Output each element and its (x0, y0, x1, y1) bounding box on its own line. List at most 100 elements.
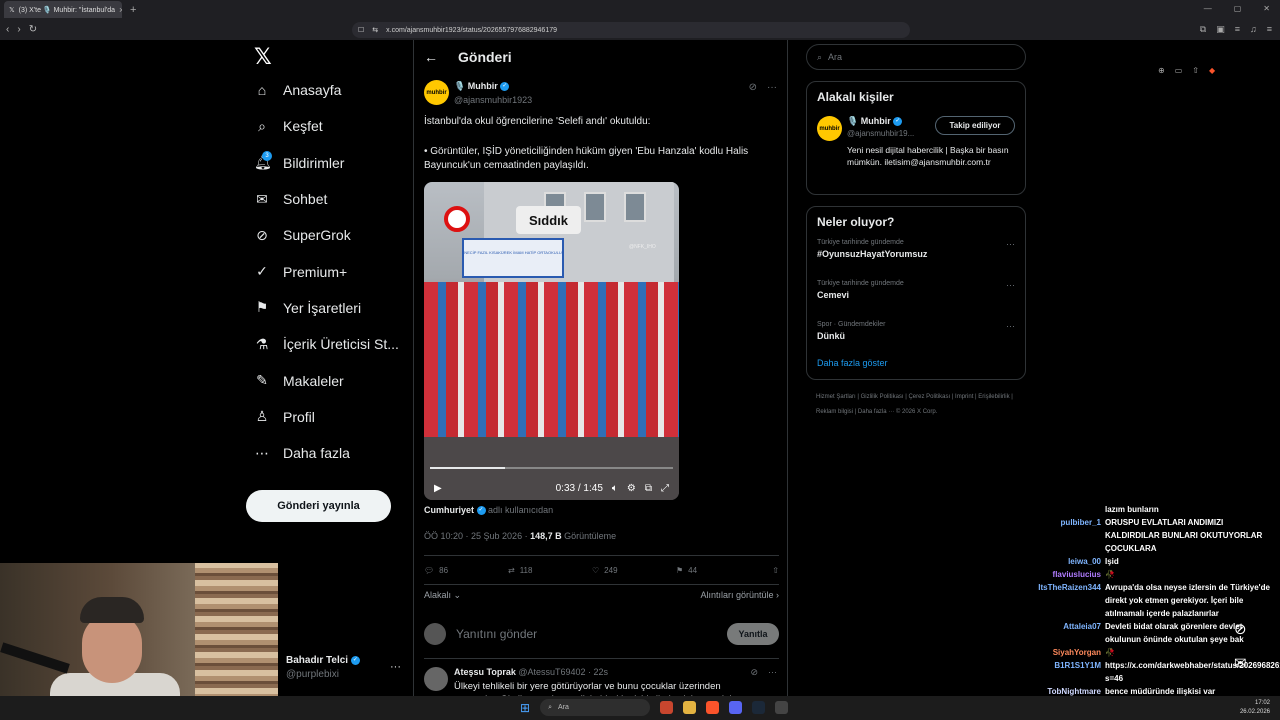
chat-username[interactable]: SiyahYorgan (1016, 646, 1105, 659)
account-more-icon[interactable]: ··· (390, 661, 401, 673)
verified-icon: ✓ (893, 117, 903, 127)
reload-icon[interactable]: ↻ (29, 24, 37, 35)
x-logo-icon[interactable]: 𝕏 (254, 44, 404, 72)
back-arrow-icon[interactable]: ← (424, 49, 438, 65)
settings-icon[interactable]: ⚙ (627, 483, 636, 494)
sidebar-item-creator-studio[interactable]: ⚗ İçerik Üreticisi St... (244, 326, 404, 362)
related-label: Alakalı (424, 590, 452, 600)
widget-icon[interactable] (660, 701, 674, 714)
close-tab-icon[interactable]: × (119, 5, 122, 15)
chat-overlay-icons: ⊘ ✉ (1234, 620, 1247, 672)
obs-icon[interactable] (775, 701, 789, 714)
zoom-icon[interactable]: ⊕ (1158, 66, 1165, 75)
chat-username[interactable]: B1R1S1Y1M (1016, 659, 1105, 685)
verified-icon: ✓ (350, 655, 360, 665)
trend-item[interactable]: Türkiye tarihinde gündemde Cemevi ··· (817, 272, 1015, 311)
back-icon[interactable]: ‹ (6, 24, 9, 35)
tweet-author[interactable]: 🎙️ Muhbir ✓ @ajansmuhbir1923 (454, 81, 532, 105)
grok-icon[interactable]: ⊘ (750, 667, 758, 678)
extension-icon[interactable]: ⧉ (1200, 24, 1206, 35)
chat-username[interactable]: leiwa_00 (1016, 555, 1105, 568)
steam-icon[interactable] (752, 701, 766, 714)
sidebar-item-label: Bildirimler (283, 154, 345, 171)
chat-username[interactable]: Attaleia07 (1016, 620, 1105, 646)
search-input[interactable]: ⌕ Ara (806, 44, 1026, 70)
more-options-icon[interactable]: ··· (1006, 321, 1015, 331)
music-icon[interactable]: ♫ (1250, 24, 1257, 35)
grok-icon[interactable]: ⊘ (1234, 620, 1247, 638)
more-options-icon[interactable]: ··· (1006, 239, 1015, 249)
view-count: 148,7 B (530, 531, 562, 541)
more-options-icon[interactable]: ··· (767, 82, 777, 93)
browser-tab[interactable]: 𝕏 (3) X'te 🎙️ Muhbir: "İstanbul'da × (4, 1, 122, 18)
chat-username[interactable]: flaviuslucius (1016, 568, 1105, 581)
sidebar-item-premium[interactable]: ✓ Premium+ (244, 253, 404, 289)
following-button[interactable]: Takip ediliyor (935, 116, 1015, 135)
minimize-icon[interactable]: — (1204, 4, 1212, 13)
bookmark-button[interactable]: ⚑ 44 (676, 566, 760, 575)
wallet-icon[interactable]: ▣ (1216, 24, 1225, 35)
avatar[interactable]: muhbir (817, 116, 842, 141)
taskbar-search[interactable]: ⌕ Ara (540, 699, 651, 716)
related-dropdown[interactable]: Alakalı ⌄ (424, 590, 461, 601)
sidebar-item-articles[interactable]: ✎ Makaleler (244, 362, 404, 398)
view-quotes-link[interactable]: Alıntıları görüntüle › (700, 590, 779, 601)
chat-username[interactable]: pulbiber_1 (1016, 516, 1105, 555)
address-bar[interactable]: ☐ ⇆ x.com/ajansmuhbir1923/status/2026557… (352, 22, 1215, 75)
video-player[interactable]: NECİP FAZIL KISAKÜREK İMAM HATİP ORTAOKU… (424, 182, 679, 500)
brave-icon[interactable] (706, 701, 720, 714)
sidebar-item-notifications[interactable]: 🔔︎ 3 Bildirimler (244, 145, 404, 181)
account-switcher[interactable]: Bahadır Telci ✓ @purplebixi (286, 655, 360, 680)
avatar[interactable] (424, 667, 448, 691)
reply-submit-button[interactable]: Yanıtla (727, 622, 779, 645)
close-window-icon[interactable]: ✕ (1263, 4, 1270, 13)
grok-icon[interactable]: ⊘ (749, 82, 757, 93)
chat-username[interactable]: ItsTheRaizen344 (1016, 581, 1105, 620)
window-controls: — ▢ ✕ (1204, 4, 1270, 13)
footer-links[interactable]: Hizmet Şartları | Gizlilik Politikası | … (806, 390, 1016, 420)
bookmark-page-icon[interactable]: ☐ (358, 26, 364, 34)
avatar[interactable]: muhbir (424, 80, 449, 105)
new-tab-icon[interactable]: + (130, 4, 136, 16)
menu-icon[interactable]: ≡ (1235, 24, 1240, 35)
windows-start-icon[interactable]: ⊞ (520, 701, 530, 715)
more-options-icon[interactable]: ··· (768, 667, 777, 678)
reply-input[interactable]: Yanıtını gönder (456, 627, 537, 641)
share-icon[interactable]: ⇧ (1192, 66, 1199, 75)
site-info-icon[interactable]: ⇆ (372, 26, 378, 34)
maximize-icon[interactable]: ▢ (1234, 4, 1242, 13)
show-more-link[interactable]: Daha fazla göster (817, 358, 1015, 368)
file-explorer-icon[interactable] (683, 701, 697, 714)
video-progress[interactable] (430, 467, 673, 469)
trend-item[interactable]: Türkiye tarihinde gündemde #OyunsuzHayatY… (817, 231, 1015, 270)
chat-username[interactable] (1016, 503, 1105, 516)
video-source[interactable]: Cumhuriyet ✓ adlı kullanıcıdan (424, 505, 553, 516)
sidebar-item-bookmarks[interactable]: ⚑ Yer İşaretleri (244, 290, 404, 326)
video-watermark: @NFK_IHO (629, 244, 656, 250)
sidebar-item-home[interactable]: ⌂ Anasayfa (244, 72, 404, 108)
cast-icon[interactable]: ▭ (1175, 66, 1183, 75)
fullscreen-icon[interactable]: ⤢ (661, 483, 669, 494)
discord-icon[interactable] (729, 701, 743, 714)
sidebar-item-supergrok[interactable]: ⊘ SuperGrok (244, 217, 404, 253)
volume-icon[interactable]: 🔈︎ (612, 483, 618, 494)
forward-icon[interactable]: › (17, 24, 20, 35)
browser-menu-icon[interactable]: ≡ (1267, 24, 1272, 35)
like-button[interactable]: ♡ 249 (592, 566, 676, 575)
mail-icon[interactable]: ✉ (1234, 654, 1247, 672)
repost-button[interactable]: ⇄ 118 (508, 566, 592, 575)
sidebar-item-explore[interactable]: ⌕ Keşfet (244, 108, 404, 144)
more-options-icon[interactable]: ··· (1006, 280, 1015, 290)
sidebar-item-profile[interactable]: ♙ Profil (244, 399, 404, 435)
pip-icon[interactable]: ⧉ (645, 483, 652, 494)
tweet-time[interactable]: ÖÖ 10:20 · 25 Şub 2026 · (424, 531, 528, 541)
post-button[interactable]: Gönderi yayınla (246, 490, 391, 522)
reply-button[interactable]: 💬︎ 86 (424, 566, 508, 575)
trend-item[interactable]: Spor · Gündemdekiler Dünkü ··· (817, 313, 1015, 352)
sidebar-item-more[interactable]: ⋯ Daha fazla (244, 435, 404, 471)
share-icon[interactable]: ⇧ (772, 566, 779, 575)
play-icon[interactable]: ▶ (434, 483, 442, 494)
sidebar-item-chat[interactable]: ✉ Sohbet (244, 181, 404, 217)
person-item[interactable]: muhbir 🎙️ Muhbir ✓ @ajansmuhbir19... Yen… (817, 116, 1015, 186)
brave-shield-icon[interactable]: ◆ (1209, 66, 1215, 75)
